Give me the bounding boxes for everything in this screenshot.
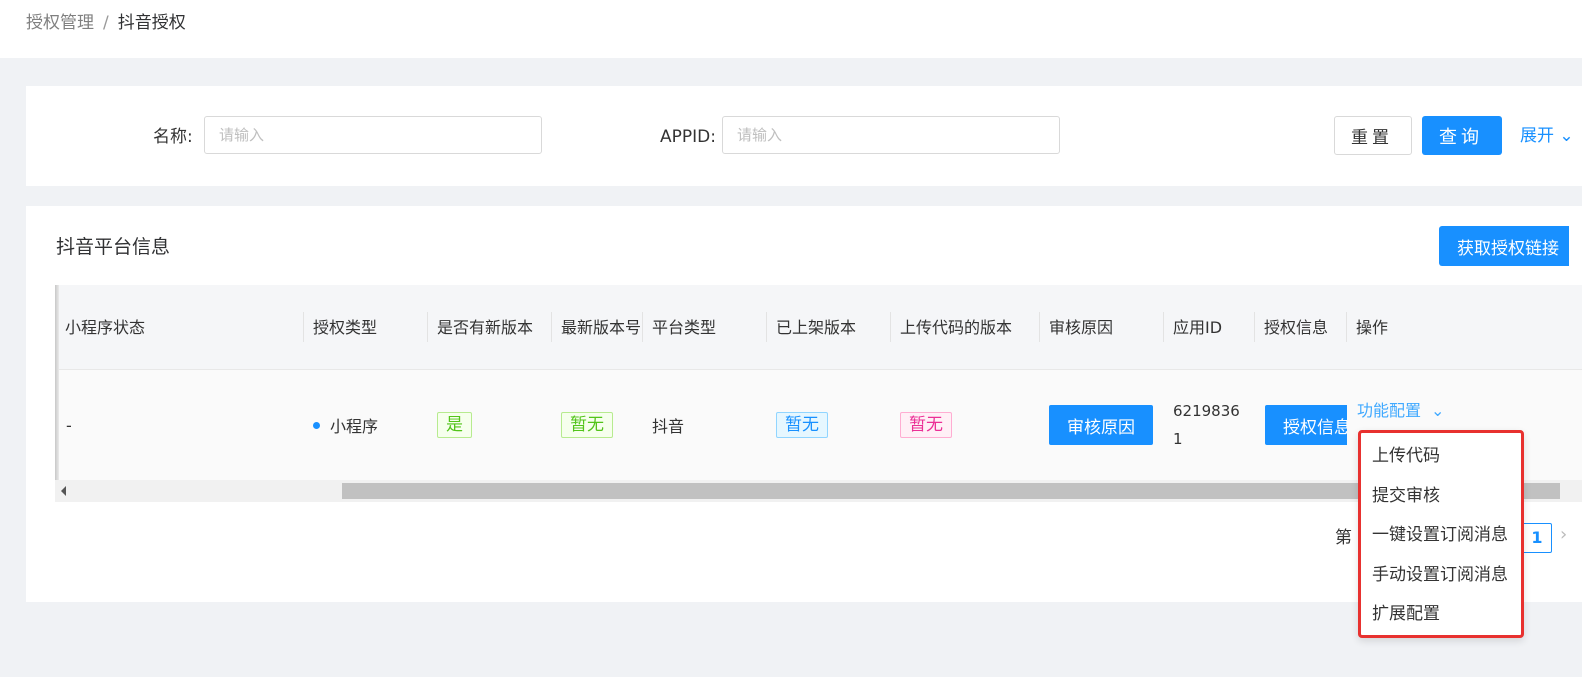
card-title: 抖音平台信息 xyxy=(56,236,171,258)
column-header-mini-program-status: 小程序状态 xyxy=(65,317,146,337)
horizontal-scrollbar[interactable] xyxy=(55,480,1582,502)
app-id-line: 6219836 xyxy=(1173,402,1240,420)
breadcrumb-item-auth-management[interactable]: 授权管理 xyxy=(26,13,94,33)
reset-button[interactable]: 重置 xyxy=(1334,116,1412,155)
search-card: 名称: APPID: 重置 查询 展开 ⌄ xyxy=(26,86,1582,186)
name-label: 名称: xyxy=(153,127,193,147)
column-header-app-id: 应用ID xyxy=(1173,317,1223,337)
column-divider xyxy=(1163,312,1164,342)
menu-item-one-click-subscribe[interactable]: 一键设置订阅消息 xyxy=(1372,524,1508,546)
column-header-auth-type: 授权类型 xyxy=(313,317,378,337)
menu-item-extension-config[interactable]: 扩展配置 xyxy=(1372,603,1440,625)
auth-type-text: 小程序 xyxy=(330,417,379,436)
get-auth-link-button[interactable]: 获取授权链接 xyxy=(1439,226,1569,266)
query-button[interactable]: 查询 xyxy=(1422,116,1502,155)
cell-platform: 抖音 xyxy=(652,417,685,436)
cell-latest-version: 暂无 xyxy=(561,370,646,480)
column-divider xyxy=(1254,312,1255,342)
table-row: - 小程序 是 暂无 抖音 暂无 暂无 审核原因 6219836 1 授权信息 xyxy=(55,370,1582,480)
menu-item-manual-subscribe[interactable]: 手动设置订阅消息 xyxy=(1372,564,1508,586)
table-card: 抖音平台信息 获取授权链接 小程序状态 授权类型 是否有新版本 最新版本号 平台… xyxy=(26,206,1582,602)
app-id-text: 6219836 1 xyxy=(1173,397,1240,453)
menu-item-upload-code[interactable]: 上传代码 xyxy=(1372,445,1440,467)
uploaded-version-tag: 暂无 xyxy=(900,412,952,438)
breadcrumb-item-douyin-auth: 抖音授权 xyxy=(117,13,186,33)
latest-version-tag: 暂无 xyxy=(561,412,613,438)
column-divider xyxy=(1346,312,1347,342)
function-config-dropdown-trigger[interactable]: 功能配置 ⌄ xyxy=(1357,400,1444,422)
menu-item-submit-review[interactable]: 提交审核 xyxy=(1372,485,1440,507)
has-new-version-tag: 是 xyxy=(437,412,472,438)
column-divider xyxy=(551,312,552,342)
pagination-page-1[interactable]: 1 xyxy=(1522,523,1552,553)
column-header-uploaded-version: 上传代码的版本 xyxy=(900,317,1013,337)
published-version-tag: 暂无 xyxy=(776,412,828,438)
name-input[interactable] xyxy=(204,116,542,154)
column-divider xyxy=(427,312,428,342)
appid-label: APPID: xyxy=(660,127,716,147)
app-id-line: 1 xyxy=(1173,430,1183,448)
column-divider xyxy=(642,312,643,342)
appid-input[interactable] xyxy=(722,116,1060,154)
column-header-published-version: 已上架版本 xyxy=(776,317,857,337)
column-header-actions: 操作 xyxy=(1356,317,1389,337)
cell-has-new-version: 是 xyxy=(437,370,552,480)
pagination-prefix: 第 xyxy=(1335,528,1352,548)
breadcrumb-separator: / xyxy=(103,13,109,33)
column-divider xyxy=(1039,312,1040,342)
column-divider xyxy=(766,312,767,342)
data-table: 小程序状态 授权类型 是否有新版本 最新版本号 平台类型 已上架版本 上传代码的… xyxy=(55,285,1582,502)
cell-auth-type: 小程序 xyxy=(313,370,428,480)
table-header: 小程序状态 授权类型 是否有新版本 最新版本号 平台类型 已上架版本 上传代码的… xyxy=(55,285,1582,370)
column-header-auth-info: 授权信息 xyxy=(1264,317,1329,337)
column-header-platform-type: 平台类型 xyxy=(652,317,717,337)
cell-review-reason: 审核原因 xyxy=(1049,370,1164,480)
cell-auth-info: 授权信息 xyxy=(1265,370,1347,480)
breadcrumb: 授权管理 / 抖音授权 xyxy=(26,12,186,34)
cell-published-version: 暂无 xyxy=(776,370,891,480)
column-header-has-new-version: 是否有新版本 xyxy=(437,317,534,337)
cell-status: - xyxy=(66,415,72,435)
function-config-menu: 上传代码 提交审核 一键设置订阅消息 手动设置订阅消息 扩展配置 xyxy=(1358,430,1524,638)
chevron-down-icon: ⌄ xyxy=(1559,126,1574,146)
cell-uploaded-version: 暂无 xyxy=(900,370,1040,480)
expand-toggle[interactable]: 展开 ⌄ xyxy=(1520,125,1574,147)
column-divider xyxy=(303,312,304,342)
scroll-left-arrow-icon[interactable] xyxy=(61,486,66,496)
column-divider xyxy=(890,312,891,342)
chevron-down-icon: ⌄ xyxy=(1431,401,1445,420)
review-reason-button[interactable]: 审核原因 xyxy=(1049,405,1153,445)
status-dot-icon xyxy=(313,421,320,429)
column-header-latest-version: 最新版本号 xyxy=(561,317,642,337)
fixed-column-shadow xyxy=(55,285,59,480)
auth-info-button[interactable]: 授权信息 xyxy=(1265,405,1347,445)
cell-app-id: 6219836 1 xyxy=(1173,370,1253,480)
next-page-icon[interactable]: › xyxy=(1560,524,1567,545)
column-header-review-reason: 审核原因 xyxy=(1049,317,1114,337)
breadcrumb-bar: 授权管理 / 抖音授权 xyxy=(0,0,1582,58)
